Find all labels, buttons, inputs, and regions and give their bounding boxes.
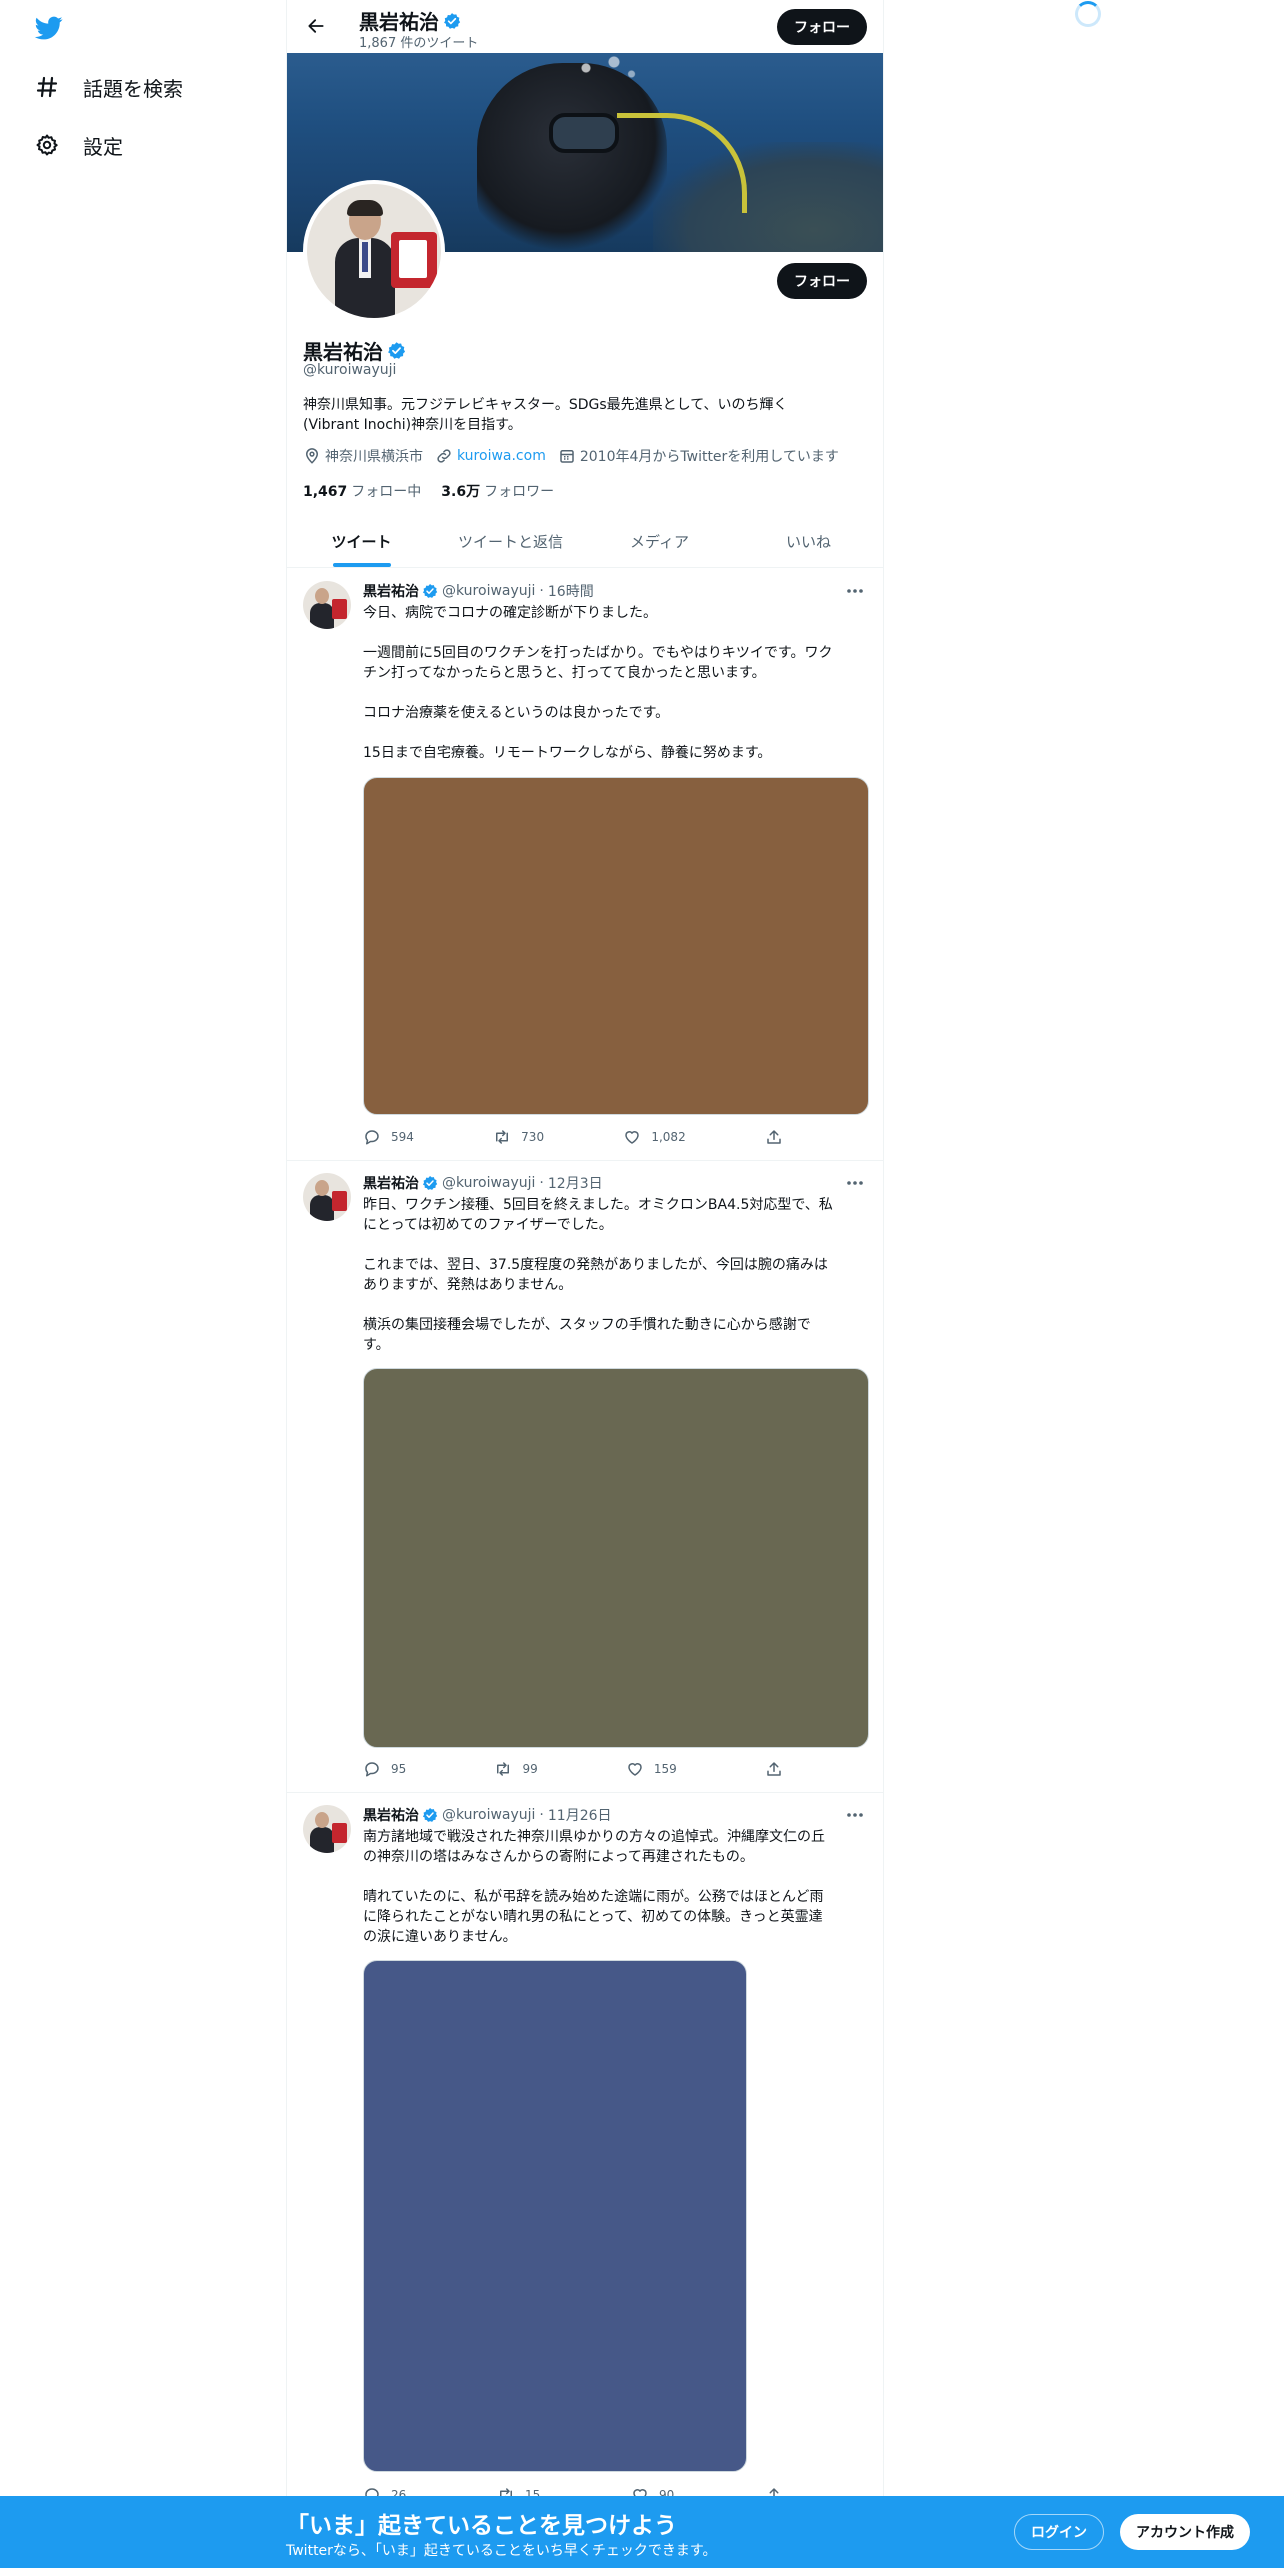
tweet-header: 黒岩祐治 @kuroiwayuji · 12月3日	[363, 1173, 603, 1193]
gear-icon	[34, 132, 60, 158]
tweet-text: 今日、病院でコロナの確定診断が下りました。 一週間前に5回目のワクチンを打ったば…	[363, 605, 833, 761]
reply-button[interactable]: 95	[363, 1760, 406, 1778]
following-link[interactable]: 1,467 フォロー中	[303, 481, 421, 501]
profile-stats: 1,467 フォロー中 3.6万 フォロワー	[303, 481, 574, 501]
tweet-actions: 594 730 1,082	[363, 1128, 783, 1146]
page-title: 黒岩祐治	[359, 6, 461, 35]
tweet-avatar[interactable]	[303, 581, 351, 629]
tweet-author-name[interactable]: 黒岩祐治	[363, 1173, 419, 1193]
back-button[interactable]	[299, 9, 333, 43]
profile-location: 神奈川県横浜市	[303, 446, 423, 466]
profile-meta: 神奈川県横浜市 kuroiwa.com 2010年4月からTwitterを利用し…	[303, 446, 851, 466]
sidebar-item-label: 設定	[83, 134, 123, 159]
profile-bio: 神奈川県知事。元フジテレビキャスター。SDGs最先進県として、いのち輝く (Vi…	[303, 397, 788, 433]
followers-link[interactable]: 3.6万 フォロワー	[441, 481, 554, 501]
share-button[interactable]	[765, 1760, 783, 1778]
calendar-icon	[560, 450, 574, 463]
verified-badge-icon	[422, 1808, 438, 1822]
tweet[interactable]: 黒岩祐治 @kuroiwayuji · 16時間 今日、病院でコロナの確定診断が…	[287, 569, 883, 1161]
share-icon	[767, 1130, 781, 1144]
create-account-button[interactable]: アカウント作成	[1120, 2514, 1250, 2550]
loading-spinner-icon	[1075, 1, 1101, 27]
verified-badge-icon	[388, 342, 406, 359]
hashtag-icon	[34, 74, 60, 100]
more-options-icon[interactable]	[843, 1805, 867, 1825]
tab-tweets-and-replies[interactable]: ツイートと返信	[436, 515, 585, 567]
arrow-left-icon	[308, 19, 324, 33]
retweet-icon	[496, 1130, 509, 1144]
main-column: 黒岩祐治 1,867 件のツイート フォロー フォロー 黒岩祐治 @kuroiw…	[286, 0, 884, 2568]
retweet-button[interactable]: 99	[494, 1760, 538, 1778]
tab-media[interactable]: メディア	[585, 515, 734, 567]
tweet-author-handle: @kuroiwayuji	[442, 583, 536, 599]
share-icon	[767, 1762, 781, 1776]
retweet-button[interactable]: 730	[493, 1128, 544, 1146]
more-options-icon[interactable]	[843, 1173, 867, 1193]
share-button[interactable]	[765, 1128, 783, 1146]
verified-badge-icon	[422, 1176, 438, 1190]
tweet-image[interactable]	[363, 777, 869, 1115]
signup-banner-subtitle: Twitterなら、「いま」起きていることをいち早くチェックできます。	[286, 2543, 717, 2559]
signup-banner-title: 「いま」起きていることを見つけよう	[286, 2513, 677, 2539]
tweet-text: 南方諸地域で戦没された神奈川県ゆかりの方々の追悼式。沖縄摩文仁の丘 の神奈川の塔…	[363, 1829, 825, 1945]
reply-button[interactable]: 594	[363, 1128, 414, 1146]
reply-icon	[365, 1762, 379, 1777]
heart-icon	[625, 1131, 640, 1144]
sidebar-item-settings[interactable]: 設定	[34, 125, 123, 165]
like-button[interactable]: 1,082	[623, 1128, 686, 1146]
tweet-image[interactable]	[363, 1368, 869, 1748]
tab-tweets[interactable]: ツイート	[287, 515, 436, 567]
tweet-header: 黒岩祐治 @kuroiwayuji · 16時間	[363, 581, 594, 601]
tweet-actions: 95 99 159	[363, 1760, 783, 1778]
profile-website[interactable]: kuroiwa.com	[435, 447, 546, 465]
signup-banner: 「いま」起きていることを見つけよう Twitterなら、「いま」起きていることを…	[0, 2496, 1284, 2568]
profile-topbar: 黒岩祐治 1,867 件のツイート フォロー	[287, 0, 883, 53]
profile-joined: 2010年4月からTwitterを利用しています	[558, 446, 839, 466]
sidebar-item-label: 話題を検索	[83, 76, 183, 101]
heart-icon	[628, 1763, 642, 1776]
tweet-author-handle: @kuroiwayuji	[442, 1807, 536, 1823]
reply-icon	[365, 1130, 379, 1145]
follow-button[interactable]: フォロー	[777, 9, 867, 45]
tweet[interactable]: 黒岩祐治 @kuroiwayuji · 11月26日 南方諸地域で戦没された神奈…	[287, 1793, 883, 2513]
tweet-timestamp[interactable]: 11月26日	[548, 1805, 612, 1825]
verified-badge-icon	[444, 12, 461, 29]
tweet-header: 黒岩祐治 @kuroiwayuji · 11月26日	[363, 1805, 612, 1825]
verified-badge-icon	[422, 584, 438, 598]
profile-handle: @kuroiwayuji	[303, 362, 397, 378]
left-sidebar: 話題を検索 設定	[0, 0, 286, 2568]
like-button[interactable]: 159	[626, 1760, 677, 1778]
tweet-author-name[interactable]: 黒岩祐治	[363, 581, 419, 601]
tweet-image[interactable]	[363, 1960, 747, 2472]
tweet-avatar[interactable]	[303, 1805, 351, 1853]
profile-name: 黒岩祐治	[303, 336, 406, 365]
retweet-icon	[497, 1762, 510, 1776]
twitter-logo-icon[interactable]	[33, 14, 65, 42]
profile-follow-button[interactable]: フォロー	[777, 263, 867, 299]
tweet-author-handle: @kuroiwayuji	[442, 1175, 536, 1191]
sidebar-item-explore[interactable]: 話題を検索	[34, 67, 183, 107]
location-pin-icon	[305, 448, 319, 464]
tweet-text: 昨日、ワクチン接種、5回目を終えました。オミクロンBA4.5対応型で、私 にとっ…	[363, 1197, 833, 1353]
more-options-icon[interactable]	[843, 581, 867, 601]
tweet-author-name[interactable]: 黒岩祐治	[363, 1805, 419, 1825]
avatar[interactable]	[303, 180, 445, 322]
tweet-timestamp[interactable]: 12月3日	[548, 1173, 603, 1193]
tab-likes[interactable]: いいね	[734, 515, 883, 567]
tweet-timestamp[interactable]: 16時間	[548, 581, 594, 601]
tweet-count: 1,867 件のツイート	[359, 36, 479, 51]
profile-tabs: ツイート ツイートと返信 メディア いいね	[287, 515, 883, 568]
tweet[interactable]: 黒岩祐治 @kuroiwayuji · 12月3日 昨日、ワクチン接種、5回目を…	[287, 1161, 883, 1793]
tweet-avatar[interactable]	[303, 1173, 351, 1221]
link-icon	[437, 449, 451, 463]
login-button[interactable]: ログイン	[1014, 2514, 1104, 2550]
